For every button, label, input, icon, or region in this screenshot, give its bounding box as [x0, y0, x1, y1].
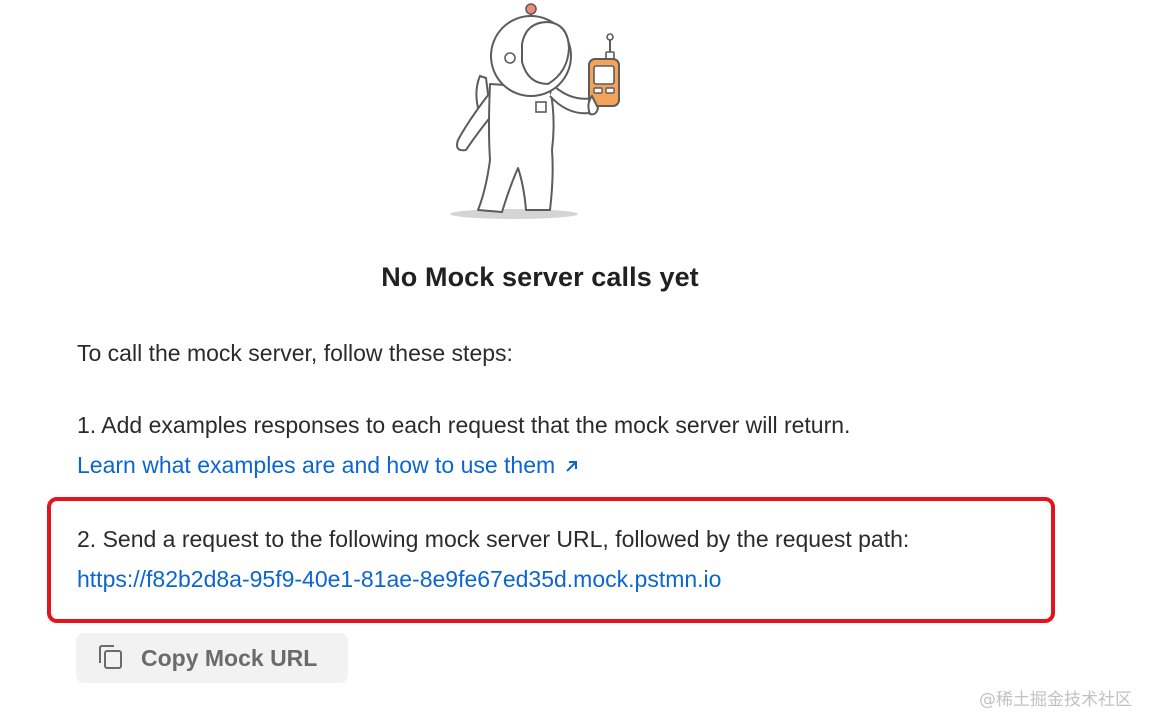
copy-mock-url-button[interactable]: Copy Mock URL	[76, 633, 348, 683]
mock-server-url-link[interactable]: https://f82b2d8a-95f9-40e1-81ae-8e9fe67e…	[77, 566, 721, 593]
ground-shadow	[450, 209, 578, 219]
page-title: No Mock server calls yet	[381, 262, 699, 292]
step-2-text: 2. Send a request to the following mock …	[77, 526, 910, 552]
astronaut-illustration	[430, 0, 650, 232]
watermark: @稀土掘金技术社区	[979, 690, 1132, 710]
step-1-text: 1. Add examples responses to each reques…	[77, 412, 851, 438]
learn-examples-link[interactable]: Learn what examples are and how to use t…	[77, 452, 579, 479]
copy-icon	[96, 643, 124, 674]
highlight-box	[47, 497, 1055, 623]
copy-mock-url-label: Copy Mock URL	[141, 644, 318, 671]
learn-examples-link-label: Learn what examples are and how to use t…	[77, 452, 556, 478]
external-arrow-icon	[565, 459, 579, 473]
intro-text: To call the mock server, follow these st…	[77, 340, 513, 366]
